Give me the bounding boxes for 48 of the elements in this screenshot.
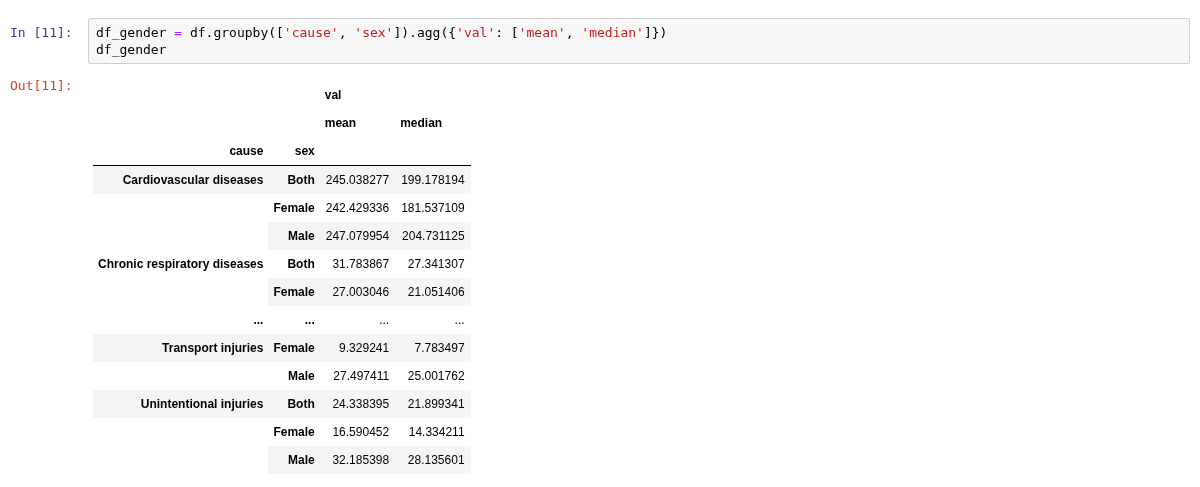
code-line: df_gender — [96, 41, 168, 58]
table-cell: 199.178194 — [395, 165, 471, 194]
row-header: Male — [268, 446, 320, 474]
row-header: Female — [268, 334, 320, 362]
row-header: Chronic respiratory diseases — [93, 250, 269, 278]
table-cell: 247.079954 — [319, 222, 396, 250]
row-header: Cardiovascular diseases — [93, 165, 269, 194]
input-prompt: In [11]: — [10, 24, 74, 40]
table-cell: 24.338395 — [319, 390, 396, 418]
row-header: Male — [268, 362, 320, 390]
table-cell: 21.051406 — [395, 278, 471, 306]
row-header: Female — [268, 278, 320, 306]
column-header: median — [400, 116, 443, 130]
table-cell: 28.135601 — [395, 446, 471, 474]
table-cell: 27.003046 — [319, 278, 396, 306]
table-cell: 14.334211 — [395, 418, 471, 446]
table-cell: 242.429336 — [319, 194, 396, 222]
code-line: df_gender = df.groupby(['cause', 'sex']).agg({'val': ['mean', 'median']}) — [96, 24, 669, 41]
table-cell: 204.731125 — [395, 222, 471, 250]
table-cell: 16.590452 — [319, 418, 396, 446]
table-cell: ... — [395, 306, 471, 334]
code-cell[interactable]: df_gender = df.groupby(['cause', 'sex']).agg({'val': ['mean', 'median']}) df_gender — [88, 18, 1190, 64]
output-prompt: Out[11]: — [10, 77, 74, 93]
table-cell: 9.329241 — [319, 334, 396, 362]
row-header: Both — [268, 165, 320, 194]
table-cell: 25.001762 — [395, 362, 471, 390]
table-cell: 27.341307 — [395, 250, 471, 278]
table-cell: 7.783497 — [395, 334, 471, 362]
table-cell: 245.038277 — [319, 165, 396, 194]
index-name: cause — [229, 144, 264, 158]
row-header: ... — [93, 306, 269, 334]
column-group-header: val — [324, 88, 342, 102]
table-cell: 27.497411 — [319, 362, 396, 390]
table-cell: 181.537109 — [395, 194, 471, 222]
row-header: Female — [268, 194, 320, 222]
index-name: sex — [294, 144, 315, 158]
table-cell: ... — [319, 306, 396, 334]
table-cell: 32.185398 — [319, 446, 396, 474]
row-header: Female — [268, 418, 320, 446]
row-header: ... — [268, 306, 320, 334]
table-cell: 31.783867 — [319, 250, 396, 278]
row-header: Male — [268, 222, 320, 250]
row-header: Both — [268, 250, 320, 278]
row-header: Transport injuries — [93, 334, 269, 362]
column-header: mean — [324, 116, 357, 130]
table-cell: 21.899341 — [395, 390, 471, 418]
row-header: Both — [268, 390, 320, 418]
row-header: Unintentional injuries — [93, 390, 269, 418]
